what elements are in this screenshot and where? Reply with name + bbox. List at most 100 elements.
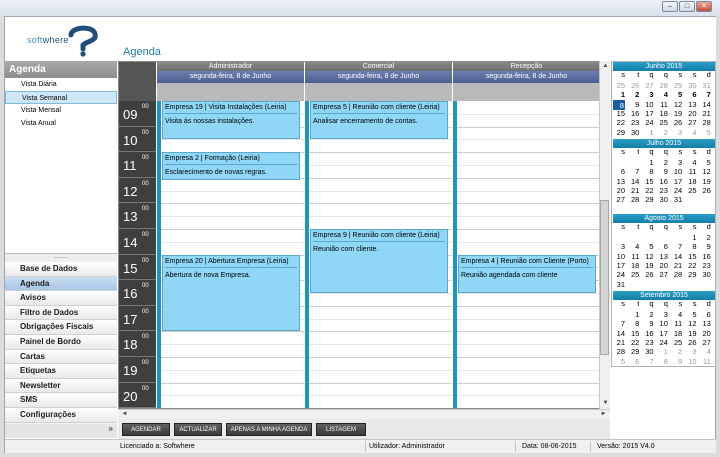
slot-line	[161, 331, 304, 333]
appointment[interactable]: Empresa 9 | Reunião com cliente (Leiria)…	[310, 229, 448, 293]
slot-line	[309, 216, 452, 218]
appointment-description: Reunião agendada com cliente	[461, 271, 558, 279]
nav-item[interactable]: Cartas	[5, 349, 117, 365]
view-item[interactable]: Vista Anual	[5, 117, 117, 130]
scroll-right-icon[interactable]: ►	[598, 410, 609, 419]
column-header[interactable]: Comercial	[305, 62, 452, 71]
calendar-day[interactable]: 29	[613, 128, 625, 138]
calendar-day[interactable]: 25	[685, 186, 696, 196]
calendar-day[interactable]: 31	[670, 195, 682, 205]
calendar-day[interactable]: 1	[642, 128, 653, 138]
calendar-day[interactable]: 29	[685, 270, 696, 280]
view-item[interactable]: Vista Mensal	[5, 104, 117, 117]
nav-item[interactable]: Configurações	[5, 407, 117, 423]
time-hour: 18	[123, 337, 138, 353]
nav-item[interactable]: Obrigações Fiscais	[5, 320, 117, 335]
appointment[interactable]: Empresa 20 | Abertura Empresa (Leiria) Ab…	[162, 254, 300, 332]
slot-line	[309, 318, 452, 320]
calendar-day[interactable]: 5	[613, 357, 625, 367]
nav-overflow-button[interactable]: »	[5, 424, 117, 438]
agendar-button[interactable]: AGENDAR	[122, 423, 170, 436]
actualizar-button[interactable]: ACTUALIZAR	[174, 423, 222, 436]
calendar-day[interactable]: 11	[699, 357, 711, 367]
allday-area[interactable]	[453, 83, 600, 101]
nav-item[interactable]: Etiquetas	[5, 364, 117, 379]
slot-line	[457, 203, 600, 205]
calendar-day[interactable]: 7	[642, 357, 653, 367]
weekday-label: q	[663, 222, 668, 231]
slot-line	[309, 382, 452, 384]
calendar-day[interactable]: 9	[670, 357, 682, 367]
slot-line	[161, 229, 304, 230]
horizontal-scrollbar[interactable]: ◄ ►	[118, 409, 610, 419]
time-slot: 15 00	[119, 254, 156, 281]
nav-item[interactable]: Avisos	[5, 291, 117, 306]
slot-line	[457, 293, 600, 294]
calendar-day[interactable]: 4	[685, 128, 696, 138]
calendar-day[interactable]: 31	[613, 280, 625, 290]
nav-item[interactable]: SMS	[5, 393, 117, 408]
bottom-toolbar: AGENDAR ACTUALIZAR APENAS A MINHA AGENDA…	[118, 419, 610, 439]
column-header[interactable]: Administrador	[157, 62, 304, 71]
calendar-day[interactable]: 27	[656, 270, 668, 280]
view-item[interactable]: Vista Semanal	[5, 91, 117, 104]
scroll-down-icon[interactable]: ▼	[600, 398, 611, 408]
calendar-day[interactable]: 30	[627, 128, 639, 138]
calendar-day[interactable]: 28	[670, 270, 682, 280]
weekday-label: s	[678, 70, 683, 79]
nav-item[interactable]: Newsletter	[5, 378, 117, 394]
calendar-day[interactable]: 3	[670, 128, 682, 138]
slot-line	[457, 177, 600, 179]
calendar-day[interactable]: 25	[627, 270, 639, 280]
close-button[interactable]: ✕	[696, 1, 712, 12]
splitter-grip[interactable]: ........	[5, 253, 117, 262]
nav-item[interactable]: Agenda	[5, 276, 117, 292]
time-minutes: 00	[142, 180, 149, 187]
appointment[interactable]: Empresa 4 | Reunião com Cliente (Porto) R…	[458, 254, 596, 293]
nav-item[interactable]: Painel de Bordo	[5, 334, 117, 350]
maximize-button[interactable]: □	[679, 1, 695, 12]
view-item[interactable]: Vista Diária	[5, 78, 117, 91]
slot-line	[309, 177, 452, 179]
weekday-label: s	[692, 70, 697, 79]
slot-line	[309, 344, 452, 346]
sidebar-header: Agenda	[5, 61, 117, 78]
page-title: Agenda	[123, 46, 161, 58]
scroll-left-icon[interactable]: ◄	[119, 410, 130, 419]
column-header[interactable]: Recepção	[453, 62, 600, 71]
appointment[interactable]: Empresa 2 | Formação (Leiria) Esclarecime…	[162, 152, 300, 181]
time-minutes: 00	[142, 104, 149, 110]
appointment[interactable]: Empresa 19 | Visita Instalações (Leiria)…	[162, 101, 300, 140]
listagem-button[interactable]: LISTAGEM	[316, 423, 366, 436]
calendar-day[interactable]: 26	[699, 186, 710, 196]
appointment-subject: Empresa 9 | Reunião com cliente (Leiria)	[313, 231, 445, 242]
vertical-scroll-thumb[interactable]	[600, 200, 609, 355]
status-bar: Licenciado a: Softwhere Utilizador: Admi…	[5, 439, 716, 453]
weekday-row: stqqssd	[613, 148, 715, 157]
appointment[interactable]: Empresa 5 | Reunião com cliente (Leiria)…	[310, 101, 448, 140]
allday-area[interactable]	[157, 83, 304, 101]
minimize-button[interactable]: –	[662, 1, 678, 12]
time-minutes: 00	[142, 257, 149, 264]
slot-line	[457, 331, 600, 333]
calendar-day[interactable]: 2	[656, 128, 668, 138]
time-minutes: 00	[142, 129, 149, 136]
nav-item[interactable]: Base de Dados	[5, 262, 117, 277]
appointment-description: Esclarecimento de novas regras.	[165, 169, 267, 177]
calendar-day[interactable]: 10	[685, 357, 696, 367]
nav-item[interactable]: Filtro de Dados	[5, 305, 117, 321]
calendar-day[interactable]: 8	[656, 357, 668, 367]
calendar-day[interactable]: 30	[656, 195, 668, 205]
calendar-day[interactable]: 26	[642, 270, 653, 280]
calendar-day[interactable]: 6	[627, 357, 639, 367]
calendar-day[interactable]: 28	[627, 195, 639, 205]
calendar-day[interactable]: 27	[613, 195, 625, 205]
calendar-day[interactable]: 29	[642, 195, 653, 205]
scroll-up-icon[interactable]: ▲	[600, 61, 611, 71]
apenas-minha-agenda-button[interactable]: APENAS A MINHA AGENDA	[226, 423, 312, 436]
allday-area[interactable]	[305, 83, 452, 101]
slot-line	[309, 395, 452, 397]
slot-line	[457, 357, 600, 358]
calendar-day[interactable]: 5	[699, 128, 711, 138]
calendar-day[interactable]: 30	[699, 270, 710, 280]
